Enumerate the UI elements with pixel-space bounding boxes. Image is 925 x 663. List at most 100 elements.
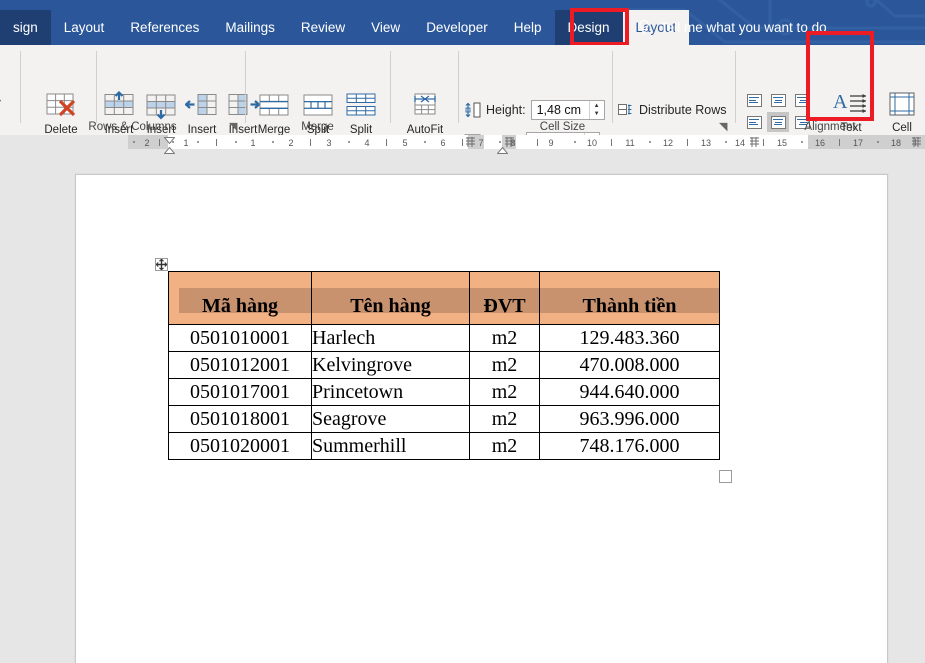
tab-label: View <box>371 20 401 35</box>
table-move-handle[interactable] <box>155 258 168 271</box>
insert-row-above-icon <box>104 91 134 115</box>
table-header-cell[interactable]: ĐVT <box>469 271 540 325</box>
height-spinner[interactable]: ▲ ▼ <box>588 101 604 119</box>
cell-code[interactable]: 0501020001 <box>168 432 312 460</box>
ruler-column-marker[interactable] <box>750 137 759 147</box>
cell-unit[interactable]: m2 <box>469 405 540 433</box>
ruler-tick: 2 <box>144 138 150 148</box>
cell-name[interactable]: Harlech <box>311 324 470 352</box>
ribbon-tab-strip[interactable]: sign Layout References Mailings Review V… <box>0 10 690 45</box>
tab-review[interactable]: Review <box>288 10 358 45</box>
table-move-handle-icon <box>156 259 167 270</box>
table-header-cell[interactable]: Mã hàng <box>168 271 312 325</box>
tell-me-search[interactable]: Tell me what you want to do <box>637 10 827 45</box>
first-line-indent-marker[interactable] <box>164 137 175 144</box>
cell-amount[interactable]: 944.640.000 <box>539 378 720 406</box>
table-row[interactable]: 0501017001 Princetown m2 944.640.000 <box>168 378 720 406</box>
ribbon-group-rows-columns: Delete ▾ Insert Above <box>20 45 260 149</box>
align-top-right-button[interactable] <box>791 90 813 110</box>
ruler-tick: 16 <box>814 138 826 148</box>
cell-amount[interactable]: 470.008.000 <box>539 351 720 379</box>
right-indent-marker[interactable] <box>497 147 508 154</box>
cell-unit[interactable]: m2 <box>469 378 540 406</box>
insert-row-below-icon <box>146 94 176 120</box>
cell-name[interactable]: Summerhill <box>311 432 470 460</box>
table-header-cell[interactable]: Tên hàng <box>311 271 470 325</box>
hanging-indent-marker[interactable] <box>164 147 175 154</box>
cell-margins-icon <box>889 92 915 116</box>
ruler-tick: 12 <box>662 138 674 148</box>
insert-column-left-icon <box>185 94 217 115</box>
tab-layout[interactable]: Layout <box>51 10 118 45</box>
svg-text:A: A <box>833 91 848 113</box>
distribute-rows-icon <box>618 104 632 115</box>
align-top-left-button[interactable] <box>743 90 765 110</box>
table-header-label: Thành tiền <box>582 294 677 317</box>
ruler-tick: 15 <box>776 138 788 148</box>
title-bar: sign Layout References Mailings Review V… <box>0 0 925 45</box>
ruler-right-margin <box>808 135 925 149</box>
cell-size-dialog-launcher[interactable]: ◥ <box>719 120 731 133</box>
rows-columns-dialog-launcher[interactable]: ◥ <box>229 120 241 133</box>
cell-code[interactable]: 0501012001 <box>168 351 312 379</box>
table-row[interactable]: 0501012001 Kelvingrove m2 470.008.000 <box>168 351 720 379</box>
distribute-rows-label: Distribute Rows <box>639 103 727 117</box>
ribbon-group-alignment: A Text Direction C <box>735 45 925 151</box>
cell-amount[interactable]: 748.176.000 <box>539 432 720 460</box>
ribbon-group-merge: Merge Cells Split Cells <box>245 45 390 149</box>
tab-label: Mailings <box>225 20 275 35</box>
group-divider <box>458 51 459 123</box>
tab-view[interactable]: View <box>358 10 413 45</box>
tab-references[interactable]: References <box>117 10 212 45</box>
cell-code[interactable]: 0501018001 <box>168 405 312 433</box>
ruler-tick: 9 <box>548 138 554 148</box>
cell-name[interactable]: Princetown <box>311 378 470 406</box>
ruler-tick: 1 <box>250 138 256 148</box>
cell-unit[interactable]: m2 <box>469 351 540 379</box>
tab-design-truncated[interactable]: sign <box>0 10 51 45</box>
tab-developer[interactable]: Developer <box>413 10 501 45</box>
table-header-label: ĐVT <box>483 294 526 317</box>
word-window: sign Layout References Mailings Review V… <box>0 0 925 663</box>
cell-amount[interactable]: 129.483.360 <box>539 324 720 352</box>
tell-me-label: Tell me what you want to do <box>660 20 827 35</box>
height-input[interactable]: 1,48 cm ▲ ▼ <box>530 100 605 120</box>
distribute-rows-button[interactable]: Distribute Rows <box>618 103 727 117</box>
group-label-rows-columns: Rows & Columns <box>88 121 177 133</box>
ruler-column-marker[interactable] <box>912 137 921 147</box>
ruler-tick: 4 <box>364 138 370 148</box>
document-table[interactable]: Mã hàng Tên hàng ĐVT Thành tiền 05010100… <box>168 271 720 460</box>
cell-code[interactable]: 0501017001 <box>168 378 312 406</box>
cell-unit[interactable]: m2 <box>469 324 540 352</box>
horizontal-ruler[interactable]: 2 1 1 2 3 4 5 6 7 8 9 10 11 12 13 14 15 … <box>0 135 925 157</box>
cell-unit[interactable]: m2 <box>469 432 540 460</box>
cell-name[interactable]: Seagrove <box>311 405 470 433</box>
table-body: 0501010001 Harlech m2 129.483.360 050101… <box>168 324 720 460</box>
tab-table-design[interactable]: Design <box>554 10 623 45</box>
ruler-column-marker[interactable] <box>466 137 475 147</box>
tab-mailings[interactable]: Mailings <box>212 10 288 45</box>
align-top-center-button[interactable] <box>767 90 789 110</box>
table-header-row: Mã hàng Tên hàng ĐVT Thành tiền <box>168 271 720 325</box>
spinner-up-icon: ▲ <box>593 102 600 109</box>
tab-help[interactable]: Help <box>501 10 555 45</box>
table-resize-handle[interactable] <box>719 470 732 483</box>
cell-name[interactable]: Kelvingrove <box>311 351 470 379</box>
row-height-control[interactable]: Height: 1,48 cm ▲ ▼ <box>464 100 605 120</box>
cell-code[interactable]: 0501010001 <box>168 324 312 352</box>
ruler-tick: 6 <box>440 138 446 148</box>
ribbon-group-cell-size: AutoFit ▾ Height: 1,48 cm ▲▼ <box>390 45 735 163</box>
table-row[interactable]: 0501010001 Harlech m2 129.483.360 <box>168 324 720 352</box>
cell-amount[interactable]: 963.996.000 <box>539 405 720 433</box>
ruler-tick: 7 <box>478 138 484 148</box>
group-label-alignment: Alignment <box>804 121 856 133</box>
table-row[interactable]: 0501018001 Seagrove m2 963.996.000 <box>168 405 720 433</box>
table-row[interactable]: 0501020001 Summerhill m2 748.176.000 <box>168 432 720 460</box>
ruler-tick: 3 <box>326 138 332 148</box>
table-header-cell[interactable]: Thành tiền <box>539 271 720 325</box>
ruler-column-marker[interactable] <box>505 137 514 147</box>
lightbulb-icon <box>639 19 649 34</box>
partial-command-left[interactable]: ▾ <box>0 97 8 106</box>
group-divider <box>96 51 97 123</box>
ruler-tick: 10 <box>586 138 598 148</box>
